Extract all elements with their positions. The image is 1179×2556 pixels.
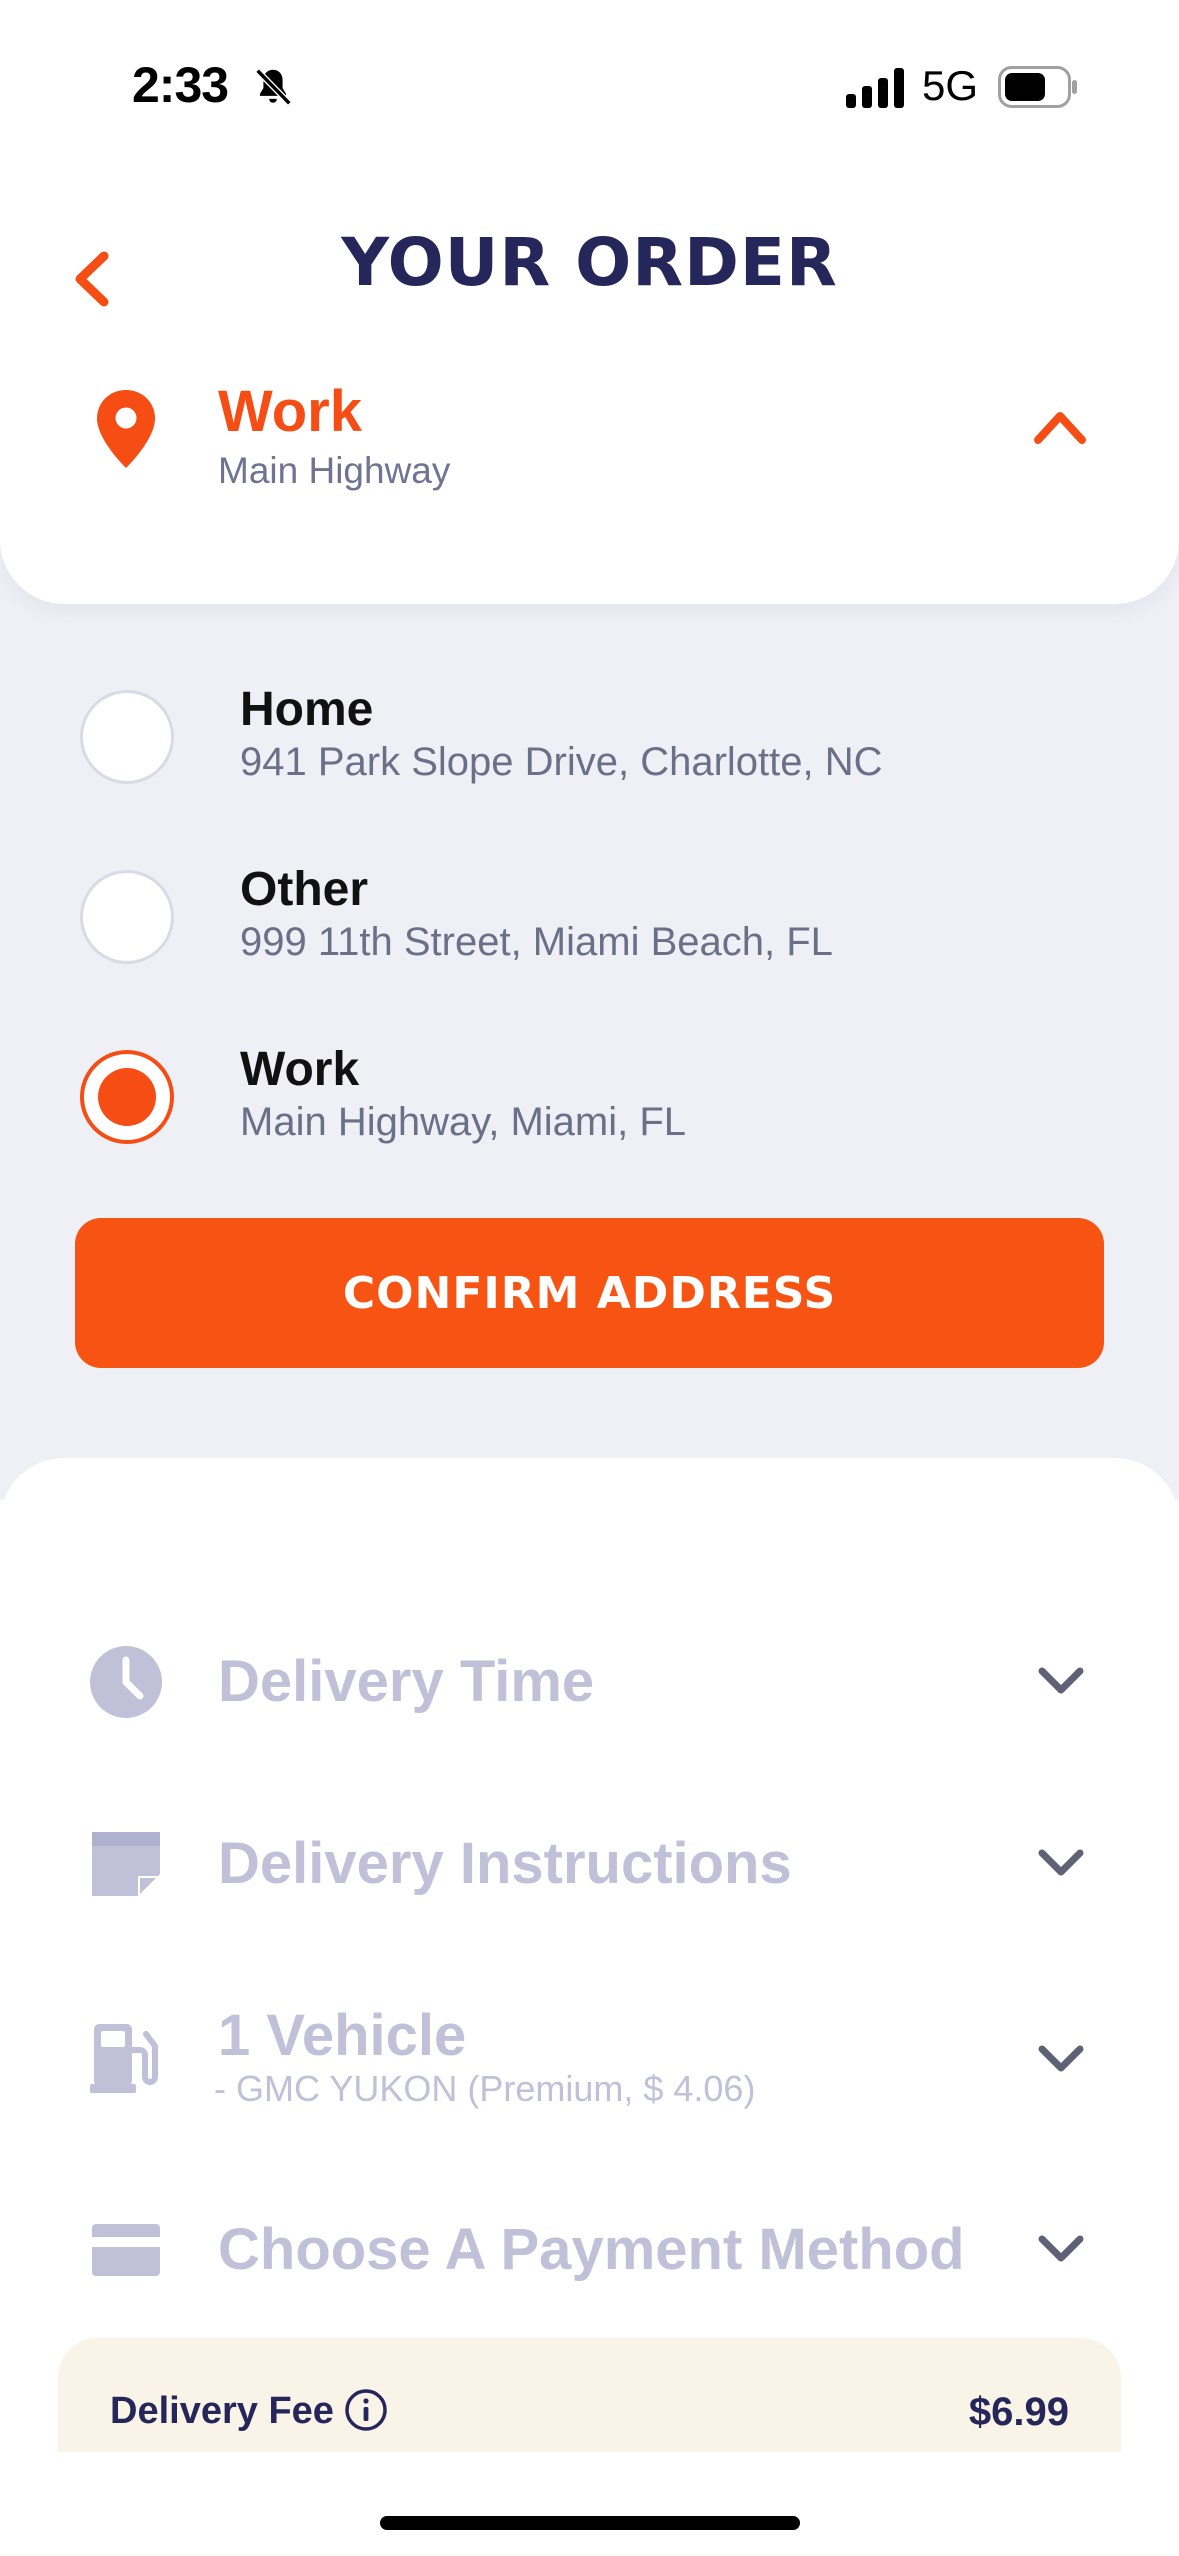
address-option-street: 941 Park Slope Drive, Charlotte, NC (240, 740, 883, 784)
chevron-down-icon (1038, 1667, 1084, 1694)
address-option-work[interactable]: Work Main Highway, Miami, FL (0, 1030, 1179, 1180)
bell-off-icon (255, 68, 292, 106)
chevron-down-icon (1038, 1849, 1084, 1876)
address-option-street: Main Highway, Miami, FL (240, 1100, 687, 1144)
cellular-signal-icon (846, 68, 904, 108)
page-title: YOUR ORDER (341, 224, 838, 301)
section-label: 1 Vehicle (218, 2003, 467, 2068)
delivery-fee-value: $6.99 (968, 2390, 1069, 2434)
section-payment-method[interactable]: Choose A Payment Method (0, 2176, 1179, 2326)
address-option-home[interactable]: Home 941 Park Slope Drive, Charlotte, NC (0, 670, 1179, 820)
bottom-safe-area (0, 2452, 1179, 2556)
chevron-up-icon (1034, 412, 1086, 444)
address-option-name: Other (240, 863, 369, 916)
radio-home[interactable] (80, 690, 174, 784)
location-pin-icon (97, 390, 155, 468)
credit-card-icon (92, 2224, 160, 2276)
section-delivery-instructions[interactable]: Delivery Instructions (0, 1790, 1179, 1940)
status-time: 2:33 (132, 57, 229, 113)
selected-address-toggle[interactable]: Work Main Highway (0, 360, 1179, 510)
radio-work[interactable] (80, 1050, 174, 1144)
delivery-fee-label: Delivery Fee (110, 2390, 334, 2432)
order-sections: Delivery Time Delivery Instructions 1 Ve… (0, 1458, 1179, 2488)
note-icon (92, 1832, 160, 1896)
chevron-down-icon (1038, 2045, 1084, 2072)
section-delivery-time[interactable]: Delivery Time (0, 1608, 1179, 1758)
selected-address-name: Work (218, 379, 362, 444)
address-option-street: 999 11th Street, Miami Beach, FL (240, 920, 833, 964)
section-label: Choose A Payment Method (218, 2217, 965, 2282)
clock-icon (90, 1646, 162, 1718)
vehicle-detail: - GMC YUKON (Premium, $ 4.06) (214, 2068, 756, 2109)
status-bar: 2:33 5G (0, 0, 1179, 140)
fuel-pump-icon (90, 2024, 158, 2093)
radio-other[interactable] (80, 870, 174, 964)
confirm-address-button[interactable]: CONFIRM ADDRESS (75, 1218, 1104, 1368)
address-option-name: Home (240, 683, 374, 736)
battery-icon (998, 66, 1077, 108)
home-indicator[interactable] (380, 2516, 800, 2530)
section-label: Delivery Time (218, 1649, 595, 1714)
section-vehicle[interactable]: 1 Vehicle - GMC YUKON (Premium, $ 4.06) (0, 1972, 1179, 2122)
address-option-name: Work (240, 1043, 360, 1096)
network-label: 5G (922, 62, 979, 109)
selected-address-street: Main Highway (218, 450, 451, 491)
chevron-down-icon (1038, 2235, 1084, 2262)
info-icon[interactable] (344, 2388, 388, 2432)
section-label: Delivery Instructions (218, 1831, 792, 1896)
address-option-other[interactable]: Other 999 11th Street, Miami Beach, FL (0, 850, 1179, 1000)
